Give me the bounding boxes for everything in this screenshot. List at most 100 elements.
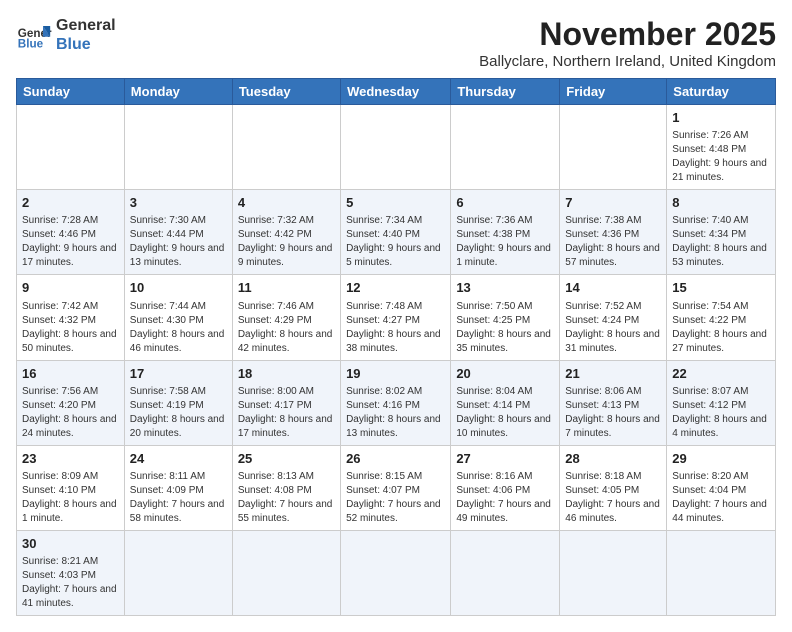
calendar-cell [341, 105, 451, 190]
day-number: 22 [672, 365, 770, 383]
calendar-cell: 20Sunrise: 8:04 AM Sunset: 4:14 PM Dayli… [451, 360, 560, 445]
day-info: Sunrise: 7:54 AM Sunset: 4:22 PM Dayligh… [672, 300, 770, 356]
title-area: November 2025 Ballyclare, Northern Irela… [479, 16, 776, 70]
day-number: 23 [22, 450, 119, 468]
col-header-wednesday: Wednesday [341, 79, 451, 105]
calendar-cell [341, 530, 451, 615]
calendar-cell [451, 105, 560, 190]
logo-icon: General Blue [16, 17, 52, 53]
calendar-cell: 13 Sunrise: 7:50 AM Sunset: 4:25 PM Dayli… [451, 275, 560, 360]
day-number: 12 [346, 279, 445, 297]
calendar-cell [560, 530, 667, 615]
calendar-cell: 9 Sunrise: 7:42 AM Sunset: 4:32 PM Daylig… [17, 275, 125, 360]
calendar-cell [232, 530, 340, 615]
day-number: 4 [238, 194, 335, 212]
col-header-friday: Friday [560, 79, 667, 105]
calendar-cell: 27 Sunrise: 8:16 AM Sunset: 4:06 PM Dayli… [451, 445, 560, 530]
day-number: 17 [130, 365, 227, 383]
calendar-cell: 16 Sunrise: 7:56 AM Sunset: 4:20 PM Dayli… [17, 360, 125, 445]
day-number: 11 [238, 279, 335, 297]
day-number: 18 [238, 365, 335, 383]
calendar-cell: 5 Sunrise: 7:34 AM Sunset: 4:40 PM Daylig… [341, 190, 451, 275]
day-info: Sunrise: 7:50 AM Sunset: 4:25 PM Dayligh… [456, 300, 554, 356]
day-number: 1 [672, 109, 770, 127]
day-number: 2 [22, 194, 119, 212]
day-number: 14 [565, 279, 661, 297]
day-info: Sunrise: 8:04 AM Sunset: 4:14 PM Dayligh… [456, 385, 554, 441]
col-header-saturday: Saturday [667, 79, 776, 105]
calendar-cell: 12 Sunrise: 7:48 AM Sunset: 4:27 PM Dayli… [341, 275, 451, 360]
day-number: 28 [565, 450, 661, 468]
day-number: 21 [565, 365, 661, 383]
day-info: Sunrise: 8:21 AM Sunset: 4:03 PM Dayligh… [22, 555, 119, 611]
day-info: Sunrise: 7:56 AM Sunset: 4:20 PM Dayligh… [22, 385, 119, 441]
day-info: Sunrise: 8:13 AM Sunset: 4:08 PM Dayligh… [238, 470, 335, 526]
calendar-cell: 3Sunrise: 7:30 AM Sunset: 4:44 PM Daylig… [124, 190, 232, 275]
day-info: Sunrise: 7:36 AM Sunset: 4:38 PM Dayligh… [456, 214, 554, 270]
col-header-thursday: Thursday [451, 79, 560, 105]
day-number: 29 [672, 450, 770, 468]
calendar-cell: 19Sunrise: 8:02 AM Sunset: 4:16 PM Dayli… [341, 360, 451, 445]
day-info: Sunrise: 7:38 AM Sunset: 4:36 PM Dayligh… [565, 214, 661, 270]
day-info: Sunrise: 7:46 AM Sunset: 4:29 PM Dayligh… [238, 300, 335, 356]
calendar-cell: 1 Sunrise: 7:26 AM Sunset: 4:48 PM Daylig… [667, 105, 776, 190]
day-number: 24 [130, 450, 227, 468]
day-number: 25 [238, 450, 335, 468]
calendar-cell: 2Sunrise: 7:28 AM Sunset: 4:46 PM Daylig… [17, 190, 125, 275]
day-number: 9 [22, 279, 119, 297]
day-number: 8 [672, 194, 770, 212]
calendar-cell [124, 105, 232, 190]
month-title: November 2025 [479, 16, 776, 53]
calendar-cell [667, 530, 776, 615]
calendar-cell: 24 Sunrise: 8:11 AM Sunset: 4:09 PM Dayli… [124, 445, 232, 530]
day-number: 15 [672, 279, 770, 297]
calendar-cell: 6 Sunrise: 7:36 AM Sunset: 4:38 PM Daylig… [451, 190, 560, 275]
calendar-cell: 10Sunrise: 7:44 AM Sunset: 4:30 PM Dayli… [124, 275, 232, 360]
day-info: Sunrise: 8:18 AM Sunset: 4:05 PM Dayligh… [565, 470, 661, 526]
calendar-cell: 11 Sunrise: 7:46 AM Sunset: 4:29 PM Dayli… [232, 275, 340, 360]
day-info: Sunrise: 7:34 AM Sunset: 4:40 PM Dayligh… [346, 214, 445, 270]
calendar-table: SundayMondayTuesdayWednesdayThursdayFrid… [16, 78, 776, 616]
col-header-sunday: Sunday [17, 79, 125, 105]
day-info: Sunrise: 8:02 AM Sunset: 4:16 PM Dayligh… [346, 385, 445, 441]
day-info: Sunrise: 7:42 AM Sunset: 4:32 PM Dayligh… [22, 300, 119, 356]
calendar-cell: 4 Sunrise: 7:32 AM Sunset: 4:42 PM Daylig… [232, 190, 340, 275]
day-info: Sunrise: 8:16 AM Sunset: 4:06 PM Dayligh… [456, 470, 554, 526]
day-info: Sunrise: 7:40 AM Sunset: 4:34 PM Dayligh… [672, 214, 770, 270]
calendar-cell: 25 Sunrise: 8:13 AM Sunset: 4:08 PM Dayli… [232, 445, 340, 530]
day-info: Sunrise: 8:11 AM Sunset: 4:09 PM Dayligh… [130, 470, 227, 526]
day-number: 3 [130, 194, 227, 212]
calendar-cell: 21 Sunrise: 8:06 AM Sunset: 4:13 PM Dayli… [560, 360, 667, 445]
day-number: 6 [456, 194, 554, 212]
page-header: General Blue General Blue November 2025 … [16, 16, 776, 70]
day-info: Sunrise: 8:07 AM Sunset: 4:12 PM Dayligh… [672, 385, 770, 441]
calendar-cell [451, 530, 560, 615]
day-info: Sunrise: 8:15 AM Sunset: 4:07 PM Dayligh… [346, 470, 445, 526]
day-info: Sunrise: 7:52 AM Sunset: 4:24 PM Dayligh… [565, 300, 661, 356]
day-number: 27 [456, 450, 554, 468]
day-number: 5 [346, 194, 445, 212]
day-number: 10 [130, 279, 227, 297]
day-info: Sunrise: 8:06 AM Sunset: 4:13 PM Dayligh… [565, 385, 661, 441]
calendar-cell: 29Sunrise: 8:20 AM Sunset: 4:04 PM Dayli… [667, 445, 776, 530]
day-number: 16 [22, 365, 119, 383]
day-info: Sunrise: 8:00 AM Sunset: 4:17 PM Dayligh… [238, 385, 335, 441]
day-number: 13 [456, 279, 554, 297]
calendar-cell [560, 105, 667, 190]
day-info: Sunrise: 7:58 AM Sunset: 4:19 PM Dayligh… [130, 385, 227, 441]
logo-blue-text: Blue [56, 36, 91, 53]
calendar-cell [124, 530, 232, 615]
day-info: Sunrise: 7:26 AM Sunset: 4:48 PM Dayligh… [672, 129, 770, 185]
day-info: Sunrise: 7:48 AM Sunset: 4:27 PM Dayligh… [346, 300, 445, 356]
logo-general-text: General [56, 17, 116, 34]
logo: General Blue General Blue [16, 16, 116, 54]
calendar-cell: 8 Sunrise: 7:40 AM Sunset: 4:34 PM Daylig… [667, 190, 776, 275]
day-number: 30 [22, 535, 119, 553]
calendar-cell: 7Sunrise: 7:38 AM Sunset: 4:36 PM Daylig… [560, 190, 667, 275]
calendar-cell [17, 105, 125, 190]
day-info: Sunrise: 7:32 AM Sunset: 4:42 PM Dayligh… [238, 214, 335, 270]
calendar-cell: 28 Sunrise: 8:18 AM Sunset: 4:05 PM Dayli… [560, 445, 667, 530]
calendar-cell: 18 Sunrise: 8:00 AM Sunset: 4:17 PM Dayli… [232, 360, 340, 445]
day-number: 26 [346, 450, 445, 468]
calendar-cell: 23Sunrise: 8:09 AM Sunset: 4:10 PM Dayli… [17, 445, 125, 530]
